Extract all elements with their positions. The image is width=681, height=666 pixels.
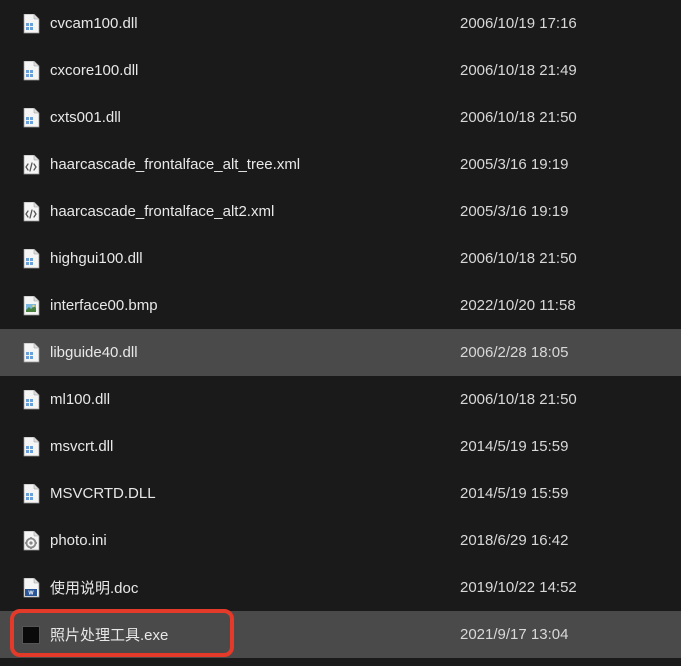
file-name: ml100.dll bbox=[50, 391, 460, 408]
file-date: 2006/10/18 21:49 bbox=[460, 62, 681, 79]
file-row[interactable]: photo.ini2018/6/29 16:42 bbox=[0, 517, 681, 564]
file-name: haarcascade_frontalface_alt_tree.xml bbox=[50, 156, 460, 173]
file-date: 2022/10/20 11:58 bbox=[460, 297, 681, 314]
file-date: 2006/2/28 18:05 bbox=[460, 344, 681, 361]
dll-file-icon bbox=[22, 437, 40, 457]
file-row[interactable]: MSVCRTD.DLL2014/5/19 15:59 bbox=[0, 470, 681, 517]
dll-file-icon bbox=[22, 249, 40, 269]
file-row[interactable]: msvcrt.dll2014/5/19 15:59 bbox=[0, 423, 681, 470]
ini-file-icon bbox=[22, 531, 40, 551]
file-row[interactable]: cvcam100.dll2006/10/19 17:16 bbox=[0, 0, 681, 47]
xml-file-icon bbox=[22, 155, 40, 175]
file-row[interactable]: haarcascade_frontalface_alt2.xml2005/3/1… bbox=[0, 188, 681, 235]
file-row[interactable]: libguide40.dll2006/2/28 18:05 bbox=[0, 329, 681, 376]
file-row[interactable]: interface00.bmp2022/10/20 11:58 bbox=[0, 282, 681, 329]
file-name: 照片处理工具.exe bbox=[50, 624, 460, 645]
file-date: 2005/3/16 19:19 bbox=[460, 203, 681, 220]
bmp-file-icon bbox=[22, 296, 40, 316]
file-date: 2005/3/16 19:19 bbox=[460, 156, 681, 173]
doc-file-icon: W bbox=[22, 578, 40, 598]
file-name: interface00.bmp bbox=[50, 297, 460, 314]
file-row[interactable]: highgui100.dll2006/10/18 21:50 bbox=[0, 235, 681, 282]
file-date: 2019/10/22 14:52 bbox=[460, 579, 681, 596]
file-row[interactable]: haarcascade_frontalface_alt_tree.xml2005… bbox=[0, 141, 681, 188]
dll-file-icon bbox=[22, 61, 40, 81]
dll-file-icon bbox=[22, 343, 40, 363]
file-date: 2018/6/29 16:42 bbox=[460, 532, 681, 549]
file-row[interactable]: cxts001.dll2006/10/18 21:50 bbox=[0, 94, 681, 141]
file-row[interactable]: 照片处理工具.exe2021/9/17 13:04 bbox=[0, 611, 681, 658]
file-name: MSVCRTD.DLL bbox=[50, 485, 460, 502]
file-name: 使用说明.doc bbox=[50, 577, 460, 598]
file-name: cvcam100.dll bbox=[50, 15, 460, 32]
file-name: libguide40.dll bbox=[50, 344, 460, 361]
xml-file-icon bbox=[22, 202, 40, 222]
file-name: photo.ini bbox=[50, 532, 460, 549]
dll-file-icon bbox=[22, 484, 40, 504]
svg-text:W: W bbox=[28, 590, 34, 596]
file-row[interactable]: ml100.dll2006/10/18 21:50 bbox=[0, 376, 681, 423]
dll-file-icon bbox=[22, 390, 40, 410]
exe-file-icon bbox=[22, 625, 40, 645]
file-date: 2006/10/18 21:50 bbox=[460, 250, 681, 267]
file-date: 2006/10/18 21:50 bbox=[460, 109, 681, 126]
file-list: cvcam100.dll2006/10/19 17:16 cxcore100.d… bbox=[0, 0, 681, 658]
file-date: 2014/5/19 15:59 bbox=[460, 485, 681, 502]
file-row[interactable]: cxcore100.dll2006/10/18 21:49 bbox=[0, 47, 681, 94]
file-name: cxts001.dll bbox=[50, 109, 460, 126]
file-name: highgui100.dll bbox=[50, 250, 460, 267]
file-date: 2014/5/19 15:59 bbox=[460, 438, 681, 455]
file-name: haarcascade_frontalface_alt2.xml bbox=[50, 203, 460, 220]
file-name: cxcore100.dll bbox=[50, 62, 460, 79]
dll-file-icon bbox=[22, 108, 40, 128]
file-date: 2021/9/17 13:04 bbox=[460, 626, 681, 643]
file-name: msvcrt.dll bbox=[50, 438, 460, 455]
file-row[interactable]: W 使用说明.doc2019/10/22 14:52 bbox=[0, 564, 681, 611]
dll-file-icon bbox=[22, 14, 40, 34]
file-date: 2006/10/18 21:50 bbox=[460, 391, 681, 408]
file-date: 2006/10/19 17:16 bbox=[460, 15, 681, 32]
